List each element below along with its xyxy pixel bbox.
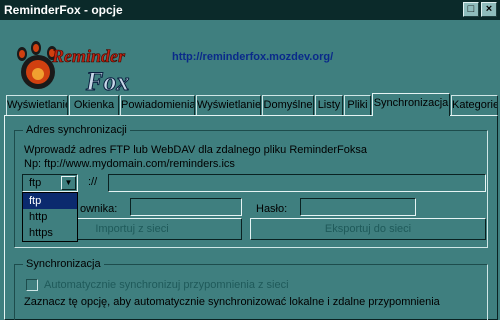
- window-title: ReminderFox - opcje: [4, 3, 123, 17]
- export-to-web-button[interactable]: Eksportuj do sieci: [250, 218, 486, 240]
- protocol-dropdown-list: ftp http https: [22, 192, 78, 242]
- tab-kategorie[interactable]: Kategorie: [451, 95, 498, 115]
- close-button[interactable]: ×: [481, 2, 497, 17]
- title-bar: ReminderFox - opcje □ ×: [0, 0, 500, 20]
- tab-domyslne[interactable]: Domyślne: [262, 95, 314, 115]
- sync-address-example: Np: ftp://www.mydomain.com/reminders.ics: [24, 158, 235, 170]
- protocol-option-https[interactable]: https: [23, 225, 77, 241]
- auto-sync-label: Automatycznie synchronizuj przypomnienia…: [44, 279, 289, 291]
- tab-synchronizacja[interactable]: Synchronizacja: [372, 93, 450, 116]
- tab-powiadomienia[interactable]: Powiadomienia: [120, 95, 195, 115]
- protocol-selected-value: ftp: [29, 177, 42, 189]
- maximize-button[interactable]: □: [463, 2, 479, 17]
- protocol-select[interactable]: ftp ▼: [22, 174, 78, 192]
- protocol-option-http[interactable]: http: [23, 209, 77, 225]
- auto-sync-checkbox[interactable]: [26, 279, 38, 291]
- sync-address-description: Wprowadź adres FTP lub WebDAV dla zdalne…: [24, 144, 367, 156]
- homepage-link[interactable]: http://reminderfox.mozdev.org/: [172, 51, 333, 63]
- logo-text-reminder: Reminder: [51, 46, 126, 66]
- tab-okienka[interactable]: Okienka: [69, 95, 119, 115]
- sync-group-label: Synchronizacja: [23, 257, 104, 271]
- tab-wyswietlanie-1[interactable]: Wyświetlanie: [6, 95, 68, 115]
- tab-pliki[interactable]: Pliki: [344, 95, 371, 115]
- sync-group: Synchronizacja: [14, 257, 488, 320]
- paw-icon: [17, 41, 57, 89]
- username-label: ownika:: [80, 203, 118, 215]
- tab-listy[interactable]: Listy: [315, 95, 343, 115]
- username-input[interactable]: [130, 198, 242, 216]
- password-input[interactable]: [300, 198, 416, 216]
- logo-text-fox: Fox: [85, 67, 129, 96]
- password-label: Hasło:: [256, 203, 288, 215]
- sync-address-group-label: Adres synchronizacji: [23, 123, 130, 137]
- tab-strip: Wyświetlanie Okienka Powiadomienia Wyświ…: [6, 93, 498, 116]
- sync-url-input[interactable]: [108, 174, 486, 192]
- protocol-option-ftp[interactable]: ftp: [23, 193, 77, 209]
- auto-sync-hint: Zaznacz tę opcję, aby automatycznie sync…: [24, 296, 440, 308]
- tab-wyswietlanie-2[interactable]: Wyświetlanie: [196, 95, 261, 115]
- protocol-separator: ://: [88, 176, 98, 188]
- chevron-down-icon[interactable]: ▼: [61, 176, 76, 190]
